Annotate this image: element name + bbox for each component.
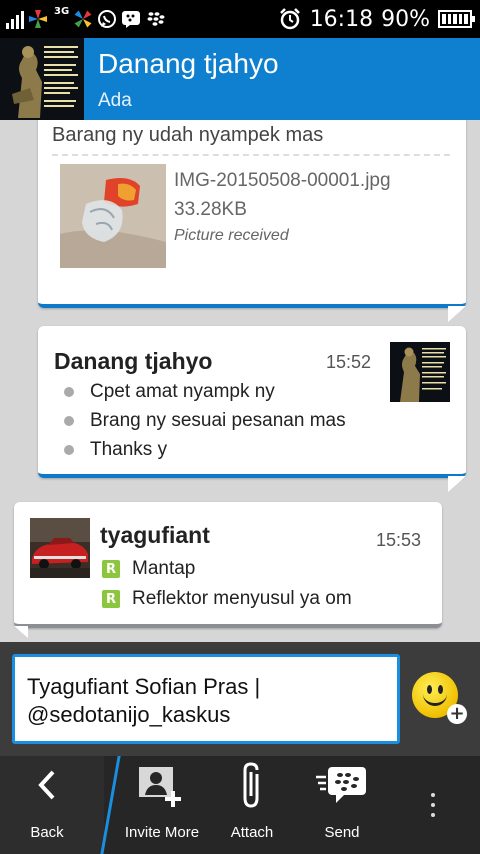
list-item: Thanks y [64, 436, 167, 464]
contact-status: Ada [98, 90, 132, 111]
back-button[interactable]: Back [14, 756, 80, 854]
file-status: Picture received [174, 227, 289, 244]
read-receipt-icon: R [102, 560, 120, 578]
more-icon [431, 756, 435, 854]
attach-label: Attach [230, 824, 274, 841]
file-name: IMG-20150508-00001.jpg [174, 170, 391, 191]
send-bbm-icon [314, 756, 370, 814]
paperclip-icon [237, 756, 267, 814]
statue-avatar-image [390, 342, 450, 402]
emoticon-eye [427, 685, 432, 694]
chat-history[interactable]: Barang ny udah nyampek mas IMG-20150508-… [0, 120, 480, 642]
list-item: Brang ny sesuai pesanan mas [64, 407, 346, 435]
message-caption: Barang ny udah nyampek mas [52, 124, 324, 146]
file-size: 33.28KB [174, 199, 247, 220]
back-label: Back [30, 824, 64, 841]
statue-avatar-image [0, 38, 84, 120]
contact-avatar[interactable] [0, 38, 84, 120]
emoticon-eye [438, 685, 443, 694]
action-bar: Back Invite More Attach Send [0, 756, 480, 854]
alarm-icon [279, 8, 300, 30]
message-line: Cpet amat nyampk ny [90, 381, 275, 402]
clock: 16:18 [309, 6, 374, 32]
divider [52, 154, 450, 156]
bubble-tail [448, 476, 466, 492]
list-item: R Mantap [102, 558, 195, 580]
bbm-icon [122, 11, 141, 28]
bullet-icon [64, 416, 74, 426]
message-line: Brang ny sesuai pesanan mas [90, 410, 346, 431]
attach-button[interactable]: Attach [222, 756, 282, 854]
network-type: 3G [54, 6, 70, 17]
invite-more-button[interactable]: Invite More [120, 756, 204, 854]
list-item: R Reflektor menyusul ya om [102, 588, 352, 610]
composer-bar: Tyagufiant Sofian Pras | @sedotanijo_kas… [0, 642, 480, 756]
send-button[interactable]: Send [312, 756, 372, 854]
invite-icon [135, 756, 189, 814]
message-time: 15:52 [326, 352, 372, 372]
message-bubble-received[interactable]: Danang tjahyo 15:52 Cpet amat nyampk ny [38, 326, 466, 478]
message-line: Thanks y [90, 439, 168, 460]
add-emoticon-icon[interactable]: + [447, 704, 467, 724]
bubble-tail [448, 306, 466, 322]
message-line: Mantap [132, 558, 196, 579]
message-input-line: Tyagufiant Sofian Pras | [27, 674, 261, 699]
bullet-icon [64, 445, 74, 455]
invite-label: Invite More [124, 824, 200, 841]
message-line: Reflektor menyusul ya om [132, 588, 352, 609]
sender-avatar[interactable] [390, 342, 450, 402]
message-bubble-picture[interactable]: Barang ny udah nyampek mas IMG-20150508-… [38, 120, 466, 308]
bubble-tail [14, 626, 28, 638]
sender-avatar[interactable] [30, 518, 90, 578]
sender-name: tyagufiant [100, 522, 210, 548]
status-bar: 3G 16:18 90% [0, 0, 480, 38]
whatsapp-icon [98, 10, 117, 28]
back-icon [35, 756, 59, 814]
bullet-icon [64, 387, 74, 397]
blackberry-icon [147, 12, 165, 26]
list-item: Cpet amat nyampk ny [64, 378, 275, 406]
overflow-menu-button[interactable] [416, 756, 450, 854]
status-left-icons: 3G [6, 6, 165, 32]
message-input[interactable]: Tyagufiant Sofian Pras | @sedotanijo_kas… [12, 654, 400, 744]
read-receipt-icon: R [102, 590, 120, 608]
message-time: 15:53 [376, 530, 422, 550]
battery-percent: 90% [381, 6, 430, 32]
pinwheel-icon [29, 10, 47, 28]
message-input-line: @sedotanijo_kaskus [27, 702, 231, 727]
signal-icon [6, 9, 24, 29]
status-right: 16:18 90% [278, 4, 475, 34]
picture-thumbnail[interactable] [60, 164, 166, 268]
pinwheel-icon [74, 10, 92, 28]
send-label: Send [324, 824, 360, 841]
sender-name: Danang tjahyo [54, 348, 213, 374]
message-bubble-sent[interactable]: tyagufiant 15:53 R Mantap R Reflektor me… [14, 502, 442, 628]
chat-header[interactable]: Danang tjahyo Ada [0, 38, 480, 120]
car-avatar-image [30, 518, 90, 578]
tail-light-photo [60, 164, 166, 268]
contact-name: Danang tjahyo [98, 48, 279, 79]
emoticon-mouth [423, 694, 447, 706]
battery-icon [438, 10, 475, 28]
